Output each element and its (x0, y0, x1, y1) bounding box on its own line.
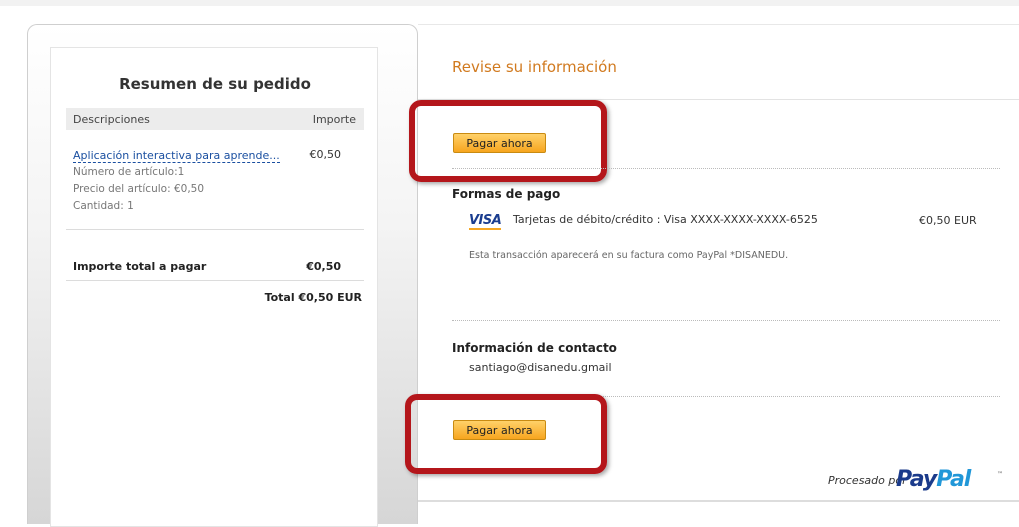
item-name-link[interactable]: Aplicación interactiva para aprende... (73, 149, 280, 163)
header-amount: Importe (312, 113, 356, 126)
paypal-logo-icon: PayPal (896, 467, 971, 492)
highlight-box-top (409, 100, 607, 182)
footer-divider (418, 500, 1019, 502)
trademark-mark: ™ (997, 471, 1003, 478)
highlight-box-bottom (405, 394, 607, 474)
card-amount: €0,50 EUR (919, 214, 977, 227)
header-descriptions: Descripciones (73, 113, 150, 126)
item-price: €0,50 (309, 148, 342, 161)
order-summary-title: Resumen de su pedido (119, 75, 311, 93)
dotted-divider (452, 320, 1000, 321)
visa-icon: VISA (469, 213, 502, 230)
summary-table-header: Descripciones Importe (66, 108, 364, 130)
item-quantity: Cantidad: 1 (73, 200, 134, 212)
summary-divider (66, 280, 364, 281)
total-label: Importe total a pagar (73, 260, 207, 273)
total-amount: €0,50 (306, 260, 341, 273)
contact-info-heading: Información de contacto (452, 341, 617, 355)
payment-methods-heading: Formas de pago (452, 187, 561, 201)
summary-divider (66, 229, 364, 230)
contact-email: santiago@disanedu.gmail (469, 361, 612, 374)
top-bar (0, 0, 1019, 6)
item-unit-price: Precio del artículo: €0,50 (73, 183, 205, 195)
order-summary-panel: Resumen de su pedido Descripciones Impor… (27, 24, 418, 527)
item-number: Número de artículo:1 (73, 166, 185, 178)
processed-by-label: Procesado por (828, 474, 907, 487)
dotted-divider (452, 168, 1000, 169)
card-description: Tarjetas de débito/crédito : Visa XXXX-X… (513, 213, 818, 226)
grand-total: Total €0,50 EUR (264, 291, 362, 304)
order-summary-card: Resumen de su pedido Descripciones Impor… (50, 47, 378, 527)
review-title: Revise su información (452, 58, 617, 76)
statement-note: Esta transacción aparecerá en su factura… (469, 250, 789, 261)
